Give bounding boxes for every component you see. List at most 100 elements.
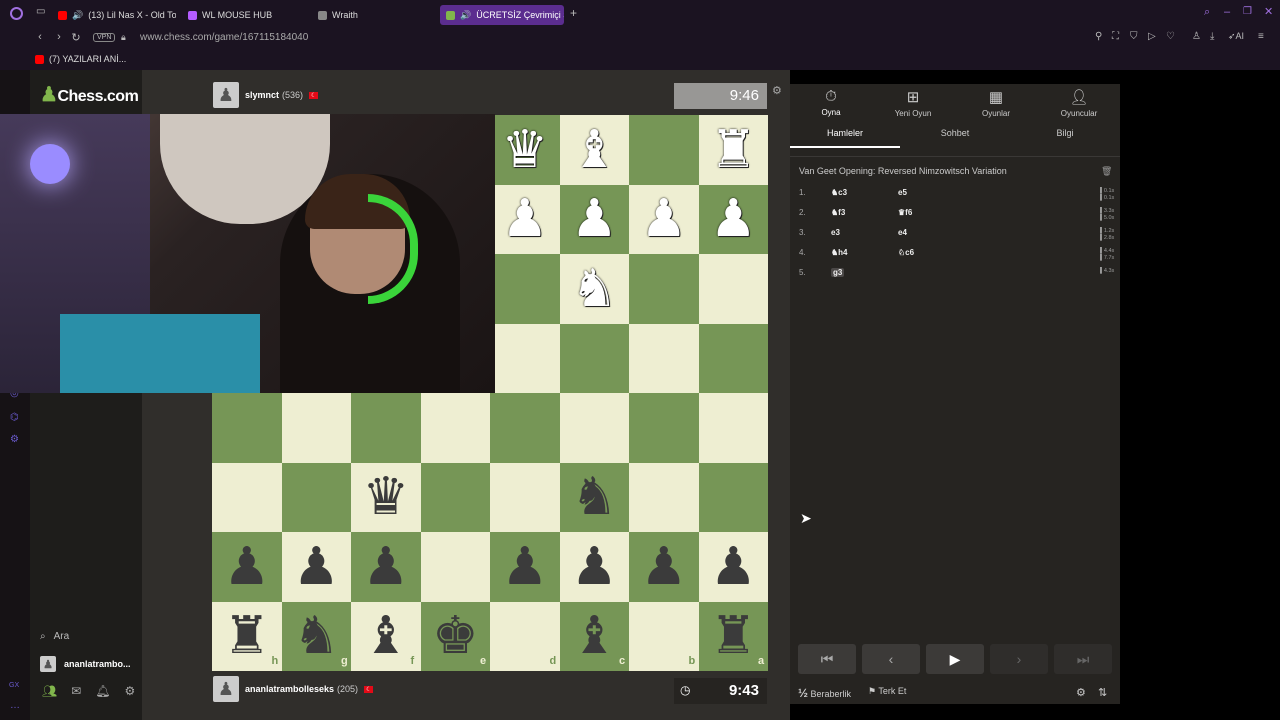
sidebar-settings-icon[interactable]: ⚙ [10,434,19,445]
black-knight-piece[interactable]: ♞ [571,471,618,523]
shield-icon[interactable]: ⛉ [1130,31,1138,42]
board-square[interactable]: ♜ [698,115,768,185]
mail-icon[interactable]: ✉ [71,684,81,698]
maximize-icon[interactable]: ❐ [1243,6,1252,17]
black-bishop-piece[interactable]: ♝ [571,610,618,662]
bottom-player[interactable]: ♟ ananlatrambolleseks (205) ☾ [213,676,374,702]
friends-icon[interactable]: 👥︎ [42,684,57,698]
board-square[interactable]: ♞ [559,254,629,324]
play-button[interactable]: ▶ [926,644,984,674]
board-square[interactable] [281,462,351,532]
play-icon[interactable]: ▷ [1148,31,1156,42]
white-move[interactable]: g3 [831,268,845,277]
nav-games[interactable]: ▦ Oyunlar [955,84,1037,118]
board-square[interactable] [629,115,699,185]
settings-icon[interactable]: ⚙ [125,684,136,698]
white-move[interactable]: e3 [831,228,840,237]
white-pawn-piece[interactable]: ♟ [571,193,618,245]
download-icon[interactable]: ⤓ [1210,31,1214,42]
board-square[interactable]: ♟ [490,184,560,254]
white-rook-piece[interactable]: ♜ [710,124,757,176]
tab-wl-mouse-hub[interactable]: WL MOUSE HUB [182,5,306,25]
menu-icon[interactable]: ≡ [1258,31,1264,42]
bookmark-youtube[interactable]: (7) YAZILARI ANİ... [35,54,126,64]
board-square[interactable] [281,393,351,463]
black-pawn-piece[interactable]: ♟ [362,541,409,593]
vpn-badge[interactable]: VPN [93,33,116,42]
opera-logo-icon[interactable] [10,7,23,20]
black-pawn-piece[interactable]: ♟ [293,541,340,593]
black-move[interactable]: ♘c6 [898,248,914,257]
tab-moves[interactable]: Hamleler [790,128,900,148]
board-square[interactable]: ♟ [212,532,282,602]
board-square[interactable]: ♟ [490,532,560,602]
board-square[interactable]: ♟ [629,184,699,254]
board-square[interactable]: ♟ [351,532,421,602]
trash-icon[interactable]: 🗑︎ [1101,166,1112,177]
black-pawn-piece[interactable]: ♟ [223,541,270,593]
board-square[interactable] [490,323,560,393]
black-queen-piece[interactable]: ♛ [362,471,409,523]
board-square[interactable] [629,393,699,463]
tabs-overview-icon[interactable]: ▭ [36,6,45,17]
board-square[interactable] [629,323,699,393]
board-square[interactable] [490,393,560,463]
nav-players[interactable]: 👤︎ Oyuncular [1038,84,1120,118]
white-queen-piece[interactable]: ♛ [501,124,548,176]
black-pawn-piece[interactable]: ♟ [501,541,548,593]
white-pawn-piece[interactable]: ♟ [640,193,687,245]
board-square[interactable]: ♝ [559,115,629,185]
forward-icon[interactable]: › [52,31,66,43]
draw-button[interactable]: ½ Beraberlik [798,686,851,700]
board-square[interactable] [629,254,699,324]
black-knight-piece[interactable]: ♞ [293,610,340,662]
search-icon[interactable]: ⌕ [1204,6,1210,19]
black-rook-piece[interactable]: ♜ [710,610,757,662]
board-square[interactable] [698,254,768,324]
white-move[interactable]: ♞c3 [831,188,847,197]
sidebar-search[interactable]: ⌕ Ara [40,631,69,642]
tab-wraith[interactable]: Wraith [312,5,436,25]
white-pawn-piece[interactable]: ♟ [501,193,548,245]
tab-chat[interactable]: Sohbet [900,128,1010,146]
board-square[interactable]: ♟ [559,184,629,254]
tab-info[interactable]: Bilgi [1010,128,1120,146]
sidebar-more-icon[interactable]: … [10,700,20,711]
board-square[interactable] [420,393,490,463]
sidebar-discord-icon[interactable]: ⌬ [10,412,19,423]
black-king-piece[interactable]: ♚ [432,610,479,662]
board-square[interactable]: ♟ [698,184,768,254]
url-field[interactable]: www.chess.com/game/167115184040 [140,32,308,43]
board-square[interactable]: ♟ [559,532,629,602]
chess-logo[interactable]: ♟Chess.com [40,82,139,107]
board-square[interactable] [420,462,490,532]
tab-youtube[interactable]: 🔊 (13) Lil Nas X - Old Tow [52,5,176,25]
tab-chess[interactable]: 🔊 ÜCRETSİZ Çevrimiçi Sa [440,5,564,25]
black-pawn-piece[interactable]: ♟ [710,541,757,593]
board-square[interactable] [698,393,768,463]
board-square[interactable] [559,393,629,463]
screenshot-icon[interactable]: ⛶ [1112,31,1119,42]
white-move[interactable]: ♞f3 [831,208,845,217]
reload-icon[interactable]: ↻ [69,31,83,44]
back-icon[interactable]: ‹ [33,31,47,43]
board-square[interactable] [698,462,768,532]
sidebar-gx-icon[interactable]: GX [9,682,19,689]
heart-icon[interactable]: ♡ [1166,31,1175,42]
nav-new-game[interactable]: ⊞ Yeni Oyun [872,84,954,118]
close-icon[interactable]: ✕ [1264,5,1273,18]
board-square[interactable] [212,393,282,463]
pin-icon[interactable]: ⚲ [1095,31,1102,42]
board-square[interactable] [490,462,560,532]
board-square[interactable] [420,532,490,602]
settings-icon[interactable]: ⚙ [1076,686,1086,699]
board-square[interactable]: ♛ [351,462,421,532]
nav-play[interactable]: ⏱ Oyna [790,84,872,117]
next-move-button[interactable]: › [990,644,1048,674]
board-square[interactable] [559,323,629,393]
black-move[interactable]: ♛f6 [898,208,912,217]
board-square[interactable]: ♟ [698,532,768,602]
new-tab-button[interactable]: + [570,6,577,20]
board-square[interactable] [629,462,699,532]
white-knight-piece[interactable]: ♞ [571,263,618,315]
